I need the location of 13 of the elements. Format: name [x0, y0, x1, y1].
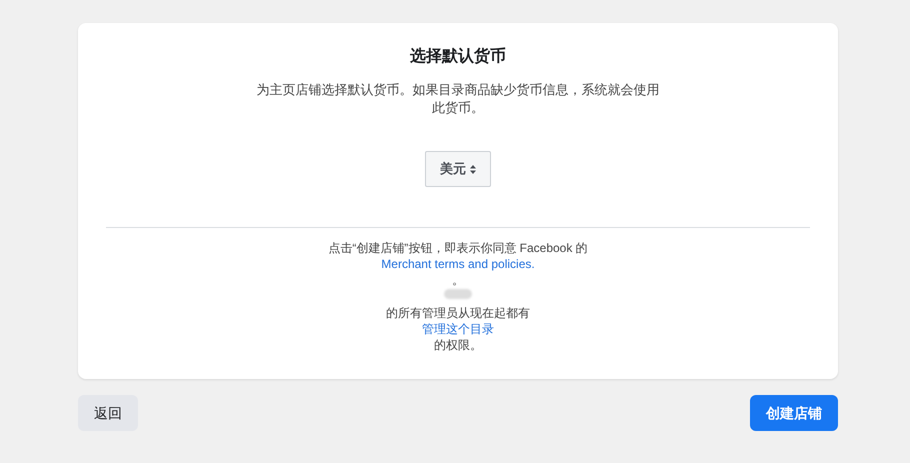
terms-text: 的所有管理员从现在起都有 [386, 306, 530, 320]
terms-text: 。 [452, 273, 464, 287]
terms-link[interactable]: 管理这个目录 [422, 322, 494, 336]
dialog-title: 选择默认货币 [409, 46, 507, 67]
sort-arrows-icon [470, 164, 476, 174]
redacted-name [444, 289, 472, 299]
description-text: 为主页店铺选择默认货币。如果目录商品缺少货币信息，系统就会使用此货币。 [256, 81, 660, 117]
terms-text: 的权限。 [434, 338, 482, 352]
terms-link[interactable]: Merchant terms and policies. [381, 257, 535, 271]
terms-text: 点击“创建店铺”按钮，即表示你同意 Facebook 的 [328, 241, 588, 255]
currency-select[interactable]: 美元 [425, 151, 491, 187]
back-button[interactable]: 返回 [78, 395, 138, 431]
create-store-button[interactable]: 创建店铺 [750, 395, 838, 431]
